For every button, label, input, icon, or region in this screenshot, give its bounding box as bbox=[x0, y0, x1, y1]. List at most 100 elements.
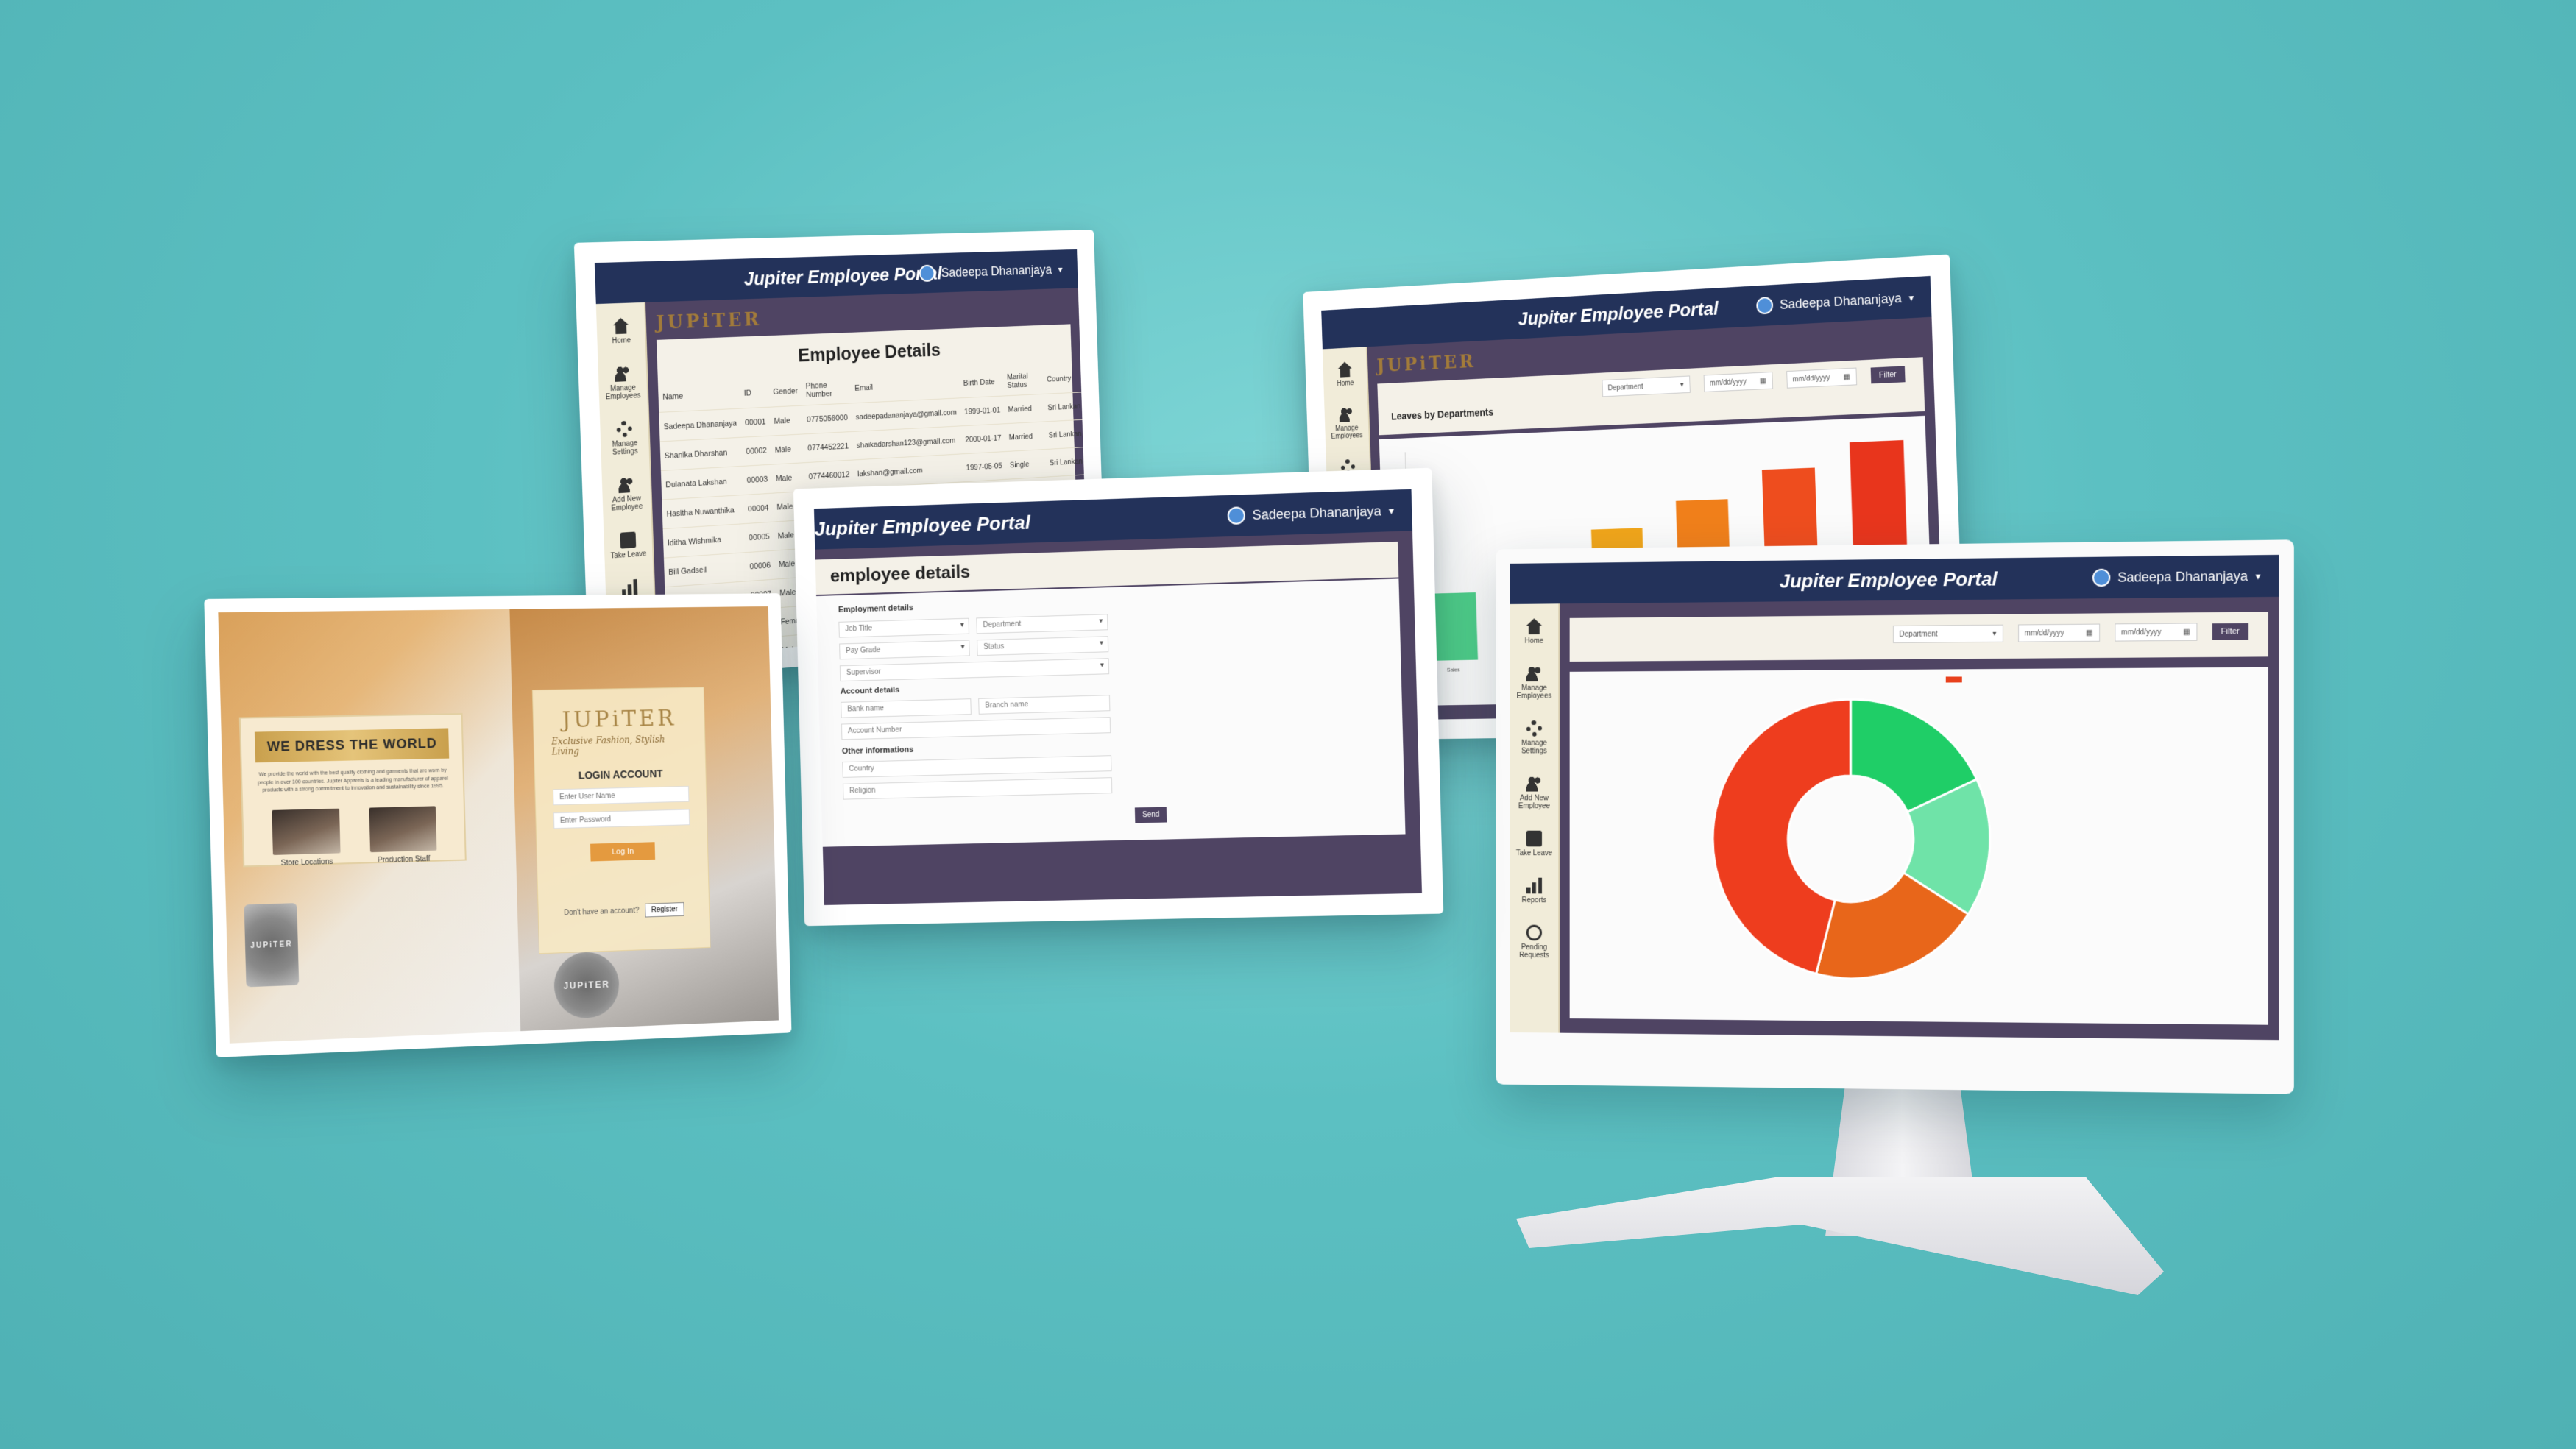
user-menu[interactable]: Sadeepa Dhananjaya ▾ bbox=[919, 249, 1063, 293]
monitor: Jupiter Employee Portal Sadeepa Dhananja… bbox=[1496, 539, 2294, 1094]
religion-input[interactable]: Religion bbox=[843, 777, 1113, 800]
mockup-scene: Jupiter Employee Portal Sadeepa Dhananja… bbox=[0, 0, 2576, 1449]
employment-heading: Employment details bbox=[838, 603, 914, 614]
sidebar-item-label: Pending Requests bbox=[1519, 943, 1549, 960]
department-select[interactable]: Department ▾ bbox=[1892, 624, 2003, 643]
sidebar: Home Manage Employees Manage Settings Add N… bbox=[1510, 603, 1560, 1033]
portal-topbar: Jupiter Employee Portal Sadeepa Dhananja… bbox=[1510, 554, 2279, 604]
account-number-input[interactable]: Account Number bbox=[841, 717, 1111, 740]
filter-button[interactable]: Filter bbox=[1870, 366, 1906, 384]
department-select-label: Department bbox=[1899, 629, 1938, 639]
table-cell: Sri Lankan bbox=[1044, 419, 1086, 450]
user-menu[interactable]: Sadeepa Dhananjaya ▾ bbox=[2092, 555, 2261, 598]
column-header: Birth Date bbox=[963, 378, 995, 388]
banner-title: WE DRESS THE WORLD bbox=[254, 728, 450, 763]
sidebar-item-take-leave[interactable]: Take Leave bbox=[1516, 830, 1552, 857]
sidebar-item-take-leave[interactable]: Take Leave bbox=[609, 531, 647, 561]
table-cell: Buddhist bbox=[1083, 390, 1089, 420]
sidebar-item-label: Manage Settings bbox=[612, 439, 638, 457]
table-cell: 00004 bbox=[743, 493, 774, 524]
table-cell: 00002 bbox=[741, 436, 771, 467]
calendar-icon bbox=[620, 531, 637, 549]
sidebar-item-manage-employees[interactable]: Manage Employees bbox=[598, 364, 648, 402]
brand-banner: WE DRESS THE WORLD We provide the world … bbox=[238, 712, 467, 868]
filter-button[interactable]: Filter bbox=[2212, 623, 2249, 640]
sidebar-item-add-new-employee[interactable]: Add New Employee bbox=[1510, 775, 1559, 810]
table-cell: 00001 bbox=[740, 407, 771, 438]
calendar-icon: ▦ bbox=[1759, 376, 1766, 386]
calendar-icon: ▦ bbox=[1843, 372, 1850, 381]
gear-icon bbox=[616, 420, 633, 438]
employee-form-screen: Jupiter Employee Portal Sadeepa Dhananja… bbox=[793, 467, 1444, 927]
chevron-down-icon: ▾ bbox=[1388, 504, 1395, 517]
date-from-input[interactable]: mm/dd/yyyy ▦ bbox=[2017, 623, 2100, 642]
thumb-production-staff[interactable]: Production Staff bbox=[369, 805, 437, 865]
column-header: Country bbox=[1047, 374, 1072, 384]
department-select[interactable]: Department bbox=[976, 614, 1108, 634]
sidebar-item-add-new-employee[interactable]: Add New Employee bbox=[602, 475, 651, 513]
username-input[interactable] bbox=[553, 785, 690, 806]
chart-icon bbox=[1526, 878, 1542, 894]
country-input[interactable]: Country bbox=[842, 755, 1112, 778]
people-icon bbox=[618, 476, 634, 494]
column-header: Religion bbox=[1087, 372, 1089, 382]
pay-grade-select[interactable]: Pay Grade bbox=[839, 640, 970, 660]
sidebar-item-home[interactable]: Home bbox=[1525, 618, 1543, 645]
branch-name-input[interactable]: Branch name bbox=[978, 695, 1111, 715]
login-tagline: Exclusive Fashion, Stylish Living bbox=[551, 734, 665, 757]
sidebar-item-label: Manage Employees bbox=[1516, 684, 1552, 701]
sidebar-item-manage-employees[interactable]: Manage Employees bbox=[1510, 665, 1559, 701]
sidebar-item-label: Home bbox=[612, 336, 631, 346]
date-from-input[interactable]: mm/dd/yyyy ▦ bbox=[1703, 372, 1773, 392]
table-cell: Buddhist bbox=[1085, 417, 1089, 447]
sidebar-item-home[interactable]: Home bbox=[1336, 361, 1354, 388]
chart-icon bbox=[622, 579, 638, 596]
people-icon bbox=[1339, 406, 1354, 422]
sidebar-item-reports[interactable]: Reports bbox=[1522, 878, 1546, 904]
house-icon bbox=[613, 318, 629, 335]
bank-name-input[interactable]: Bank name bbox=[841, 698, 972, 718]
sidebar-item-manage-settings[interactable]: Manage Settings bbox=[600, 420, 649, 458]
user-avatar-icon bbox=[919, 264, 935, 283]
employee-form-card: Employment details Job Title Department … bbox=[816, 578, 1406, 847]
people-icon bbox=[1526, 665, 1542, 682]
login-heading: LOGIN ACCOUNT bbox=[578, 768, 663, 782]
table-cell: Shanika Dharshan bbox=[659, 437, 743, 471]
table-cell: Buddhist bbox=[1086, 444, 1089, 475]
chevron-down-icon: ▾ bbox=[1992, 629, 1997, 638]
date-to-input[interactable]: mm/dd/yyyy ▦ bbox=[1786, 367, 1857, 389]
status-select[interactable]: Status bbox=[977, 636, 1109, 656]
thumb-label: Store Locations bbox=[280, 857, 333, 868]
thumb-label: Production Staff bbox=[377, 854, 431, 865]
column-header: Marital Status bbox=[1007, 372, 1028, 390]
date-to-input[interactable]: mm/dd/yyyy ▦ bbox=[2114, 623, 2197, 642]
sidebar-item-label: Add New Employee bbox=[611, 495, 643, 513]
no-account-text: Don't have an account? bbox=[564, 906, 640, 918]
send-button[interactable]: Send bbox=[1134, 807, 1167, 823]
job-title-select[interactable]: Job Title bbox=[838, 617, 970, 638]
user-avatar-icon bbox=[1755, 296, 1774, 315]
donut-chart-card bbox=[1569, 667, 2268, 1025]
sidebar-item-manage-employees[interactable]: Manage Employees bbox=[1324, 405, 1368, 441]
register-prompt: Don't have an account? Register bbox=[564, 902, 684, 920]
calendar-icon bbox=[1526, 830, 1542, 847]
chevron-down-icon: ▾ bbox=[1680, 380, 1684, 389]
user-menu[interactable]: Sadeepa Dhananjaya ▾ bbox=[1227, 490, 1395, 537]
thumb-store-locations[interactable]: Store Locations bbox=[272, 808, 341, 868]
gear-icon bbox=[1526, 720, 1542, 737]
login-button[interactable]: Log In bbox=[590, 842, 656, 862]
portal-title: Jupiter Employee Portal bbox=[814, 511, 1031, 540]
sidebar-item-manage-settings[interactable]: Manage Settings bbox=[1510, 720, 1559, 755]
chevron-down-icon: ▾ bbox=[2255, 570, 2261, 582]
sidebar-item-pending-requests[interactable]: Pending Requests bbox=[1510, 924, 1559, 960]
password-input[interactable] bbox=[553, 809, 690, 829]
clock-icon bbox=[1526, 924, 1542, 941]
supervisor-select[interactable]: Supervisor bbox=[839, 658, 1110, 682]
sidebar-item-home[interactable]: Home bbox=[611, 317, 631, 345]
table-cell: 1997-05-05 bbox=[961, 451, 1007, 482]
table-cell: Sri Lankan bbox=[1043, 392, 1086, 422]
x-tick-label: Sales bbox=[1447, 666, 1460, 673]
sidebar-item-label: Manage Employees bbox=[605, 383, 641, 402]
date-from-value: mm/dd/yyyy bbox=[1709, 378, 1747, 388]
register-button[interactable]: Register bbox=[644, 902, 684, 918]
